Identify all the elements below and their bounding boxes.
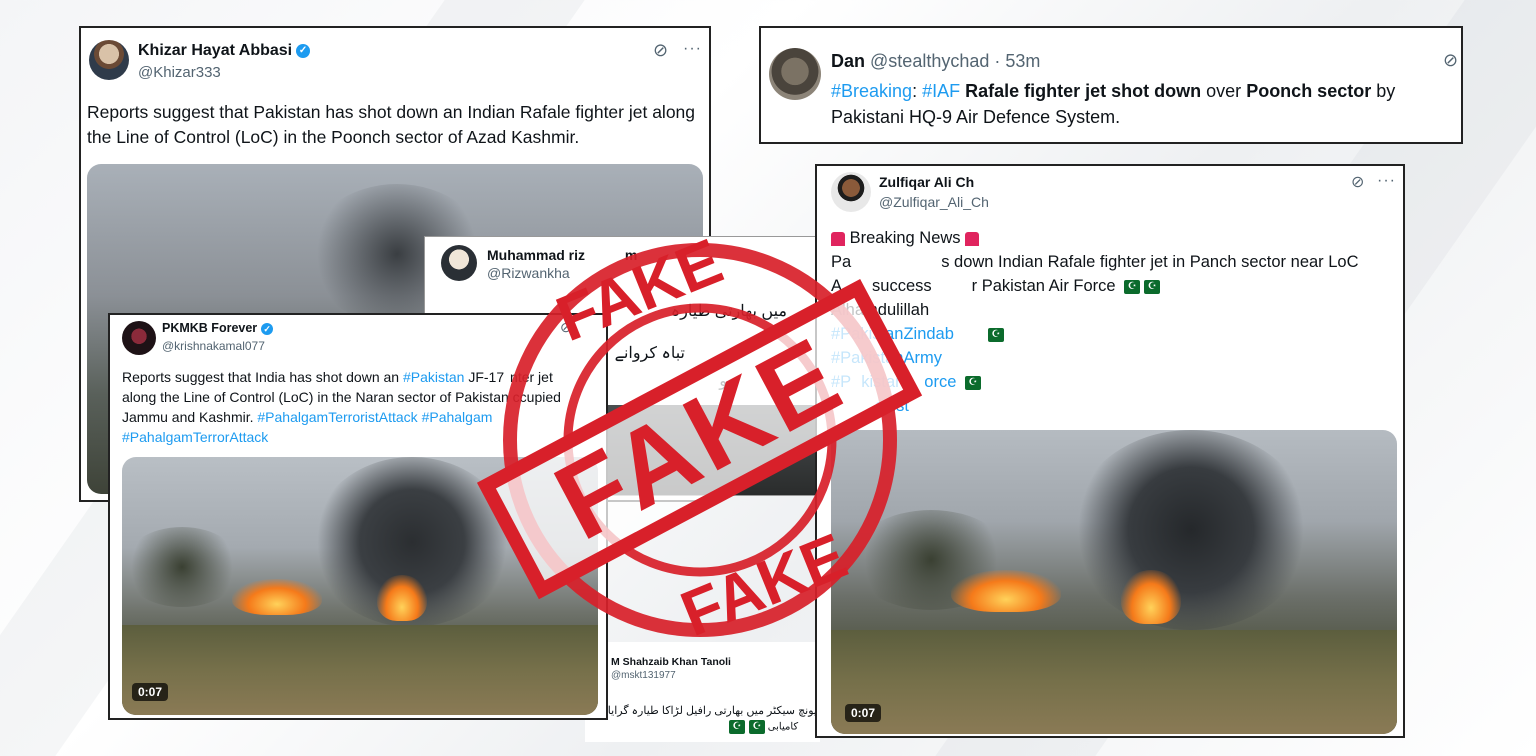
pakistan-flag-icon: ☪	[1124, 279, 1141, 294]
tweet-video[interactable]	[605, 405, 815, 495]
hashtag-pakistan[interactable]: #Pakistan	[403, 369, 464, 385]
author-name[interactable]: Zulfiqar Ali Ch	[879, 174, 974, 190]
grok-icon[interactable]: ⊘	[653, 40, 668, 61]
grok-icon[interactable]: ⊘	[1351, 172, 1364, 192]
hashtag-pakistan[interactable]: akist	[875, 397, 909, 415]
tweet-text-urdu: میں بھارتی طیارہ	[670, 303, 787, 320]
pakistan-flag-icon: ☪	[729, 720, 745, 734]
hashtag-pakistan-army[interactable]: #PakistanArmy	[831, 349, 942, 367]
avatar[interactable]	[769, 48, 821, 100]
grok-icon[interactable]: ⊘	[1443, 50, 1458, 71]
pakistan-flag-icon: ☪	[1144, 279, 1161, 294]
author-handle[interactable]: @Rizwankha	[487, 265, 570, 281]
hashtag-pahalgam-terrorist-attack[interactable]: #PahalgamTerroristAttack	[257, 409, 417, 425]
hashtag-breaking[interactable]: #Breaking	[831, 81, 912, 101]
pakistan-flag-icon: ☪	[749, 720, 765, 734]
pakistan-flag-icon: ☪	[987, 327, 1004, 342]
video-duration: 0:07	[845, 704, 882, 722]
hashtag-pahalgam[interactable]: #Pahalgam	[422, 409, 493, 425]
avatar[interactable]	[441, 245, 477, 281]
author-handle[interactable]: @Zulfiqar_Ali_Ch	[879, 194, 989, 210]
tweet-card-dan[interactable]: Dan @stealthychad · 53m ⊘ #Breaking: #IA…	[759, 26, 1463, 144]
verified-badge-icon: ✓	[296, 43, 311, 58]
author-name[interactable]: Khizar Hayat Abbasi ✓	[138, 42, 311, 60]
author-handle[interactable]: @mskt131977	[611, 670, 676, 681]
author-handle[interactable]: @Khizar333	[138, 64, 221, 81]
handle-and-time[interactable]: @stealthychad · 53m	[870, 51, 1040, 71]
tweet-video[interactable]: 0:07	[122, 457, 598, 715]
tweet-text: Reports suggest that India has shot down…	[122, 369, 561, 445]
author-name[interactable]: M Shahzaib Khan Tanoli	[611, 656, 731, 668]
tweet-text: Breaking News Pa s down Indian Rafale fig…	[831, 229, 1359, 415]
avatar[interactable]	[89, 40, 129, 80]
more-options-icon[interactable]: ···	[1377, 172, 1396, 190]
tweet-video[interactable]: 0:07	[831, 430, 1397, 734]
grok-icon[interactable]: ⊘	[560, 319, 572, 336]
tweet-text: Reports suggest that Pakistan has shot d…	[87, 102, 696, 147]
author-name[interactable]: PKMKB Forever ✓	[162, 321, 274, 335]
author-name[interactable]: Muhammad riz m	[487, 247, 637, 263]
tweet-card-zulfiqar[interactable]: Zulfiqar Ali Ch @Zulfiqar_Ali_Ch ⊘ ··· B…	[815, 164, 1405, 738]
tweet-text-urdu: پونچ سیکٹر میں بھارتی رافیل لڑاکا طیارہ …	[607, 705, 817, 717]
hashtag-pakistan-zindabad[interactable]: #PakistanZindab	[831, 325, 954, 343]
pakistan-flag-icon: ☪	[965, 375, 981, 390]
siren-icon	[831, 231, 845, 246]
hashtag-pahalgam-terror-attack[interactable]: #PahalgamTerrorAttack	[122, 429, 268, 445]
verified-badge-icon: ✓	[261, 322, 274, 335]
hashtag-iaf[interactable]: #IAF	[922, 81, 960, 101]
tweet-card-pkmkb[interactable]: PKMKB Forever ✓ @krishnakamal077 Reports …	[108, 313, 608, 720]
avatar[interactable]	[122, 321, 156, 355]
tweet-text-urdu: تباہ کروانے	[614, 345, 685, 362]
tweet-text-urdu: و	[719, 373, 727, 390]
more-options-icon[interactable]: ···	[683, 40, 702, 58]
avatar[interactable]	[831, 172, 871, 212]
hashtag-pakistan-air-force[interactable]: #P kistan orce	[831, 373, 956, 391]
tweet-text: #Breaking: #IAF Rafale fighter jet shot …	[831, 81, 1396, 127]
tweet-text-urdu-line2: ☪ ☪ کامیابی	[725, 720, 798, 734]
tweet-card-shahzaib[interactable]: M Shahzaib Khan Tanoli @mskt131977 پونچ …	[585, 642, 820, 742]
author-name[interactable]: Dan @stealthychad · 53m	[831, 51, 1040, 72]
video-duration: 0:07	[132, 683, 169, 701]
siren-icon	[965, 231, 980, 246]
author-handle[interactable]: @krishnakamal077	[162, 339, 265, 353]
